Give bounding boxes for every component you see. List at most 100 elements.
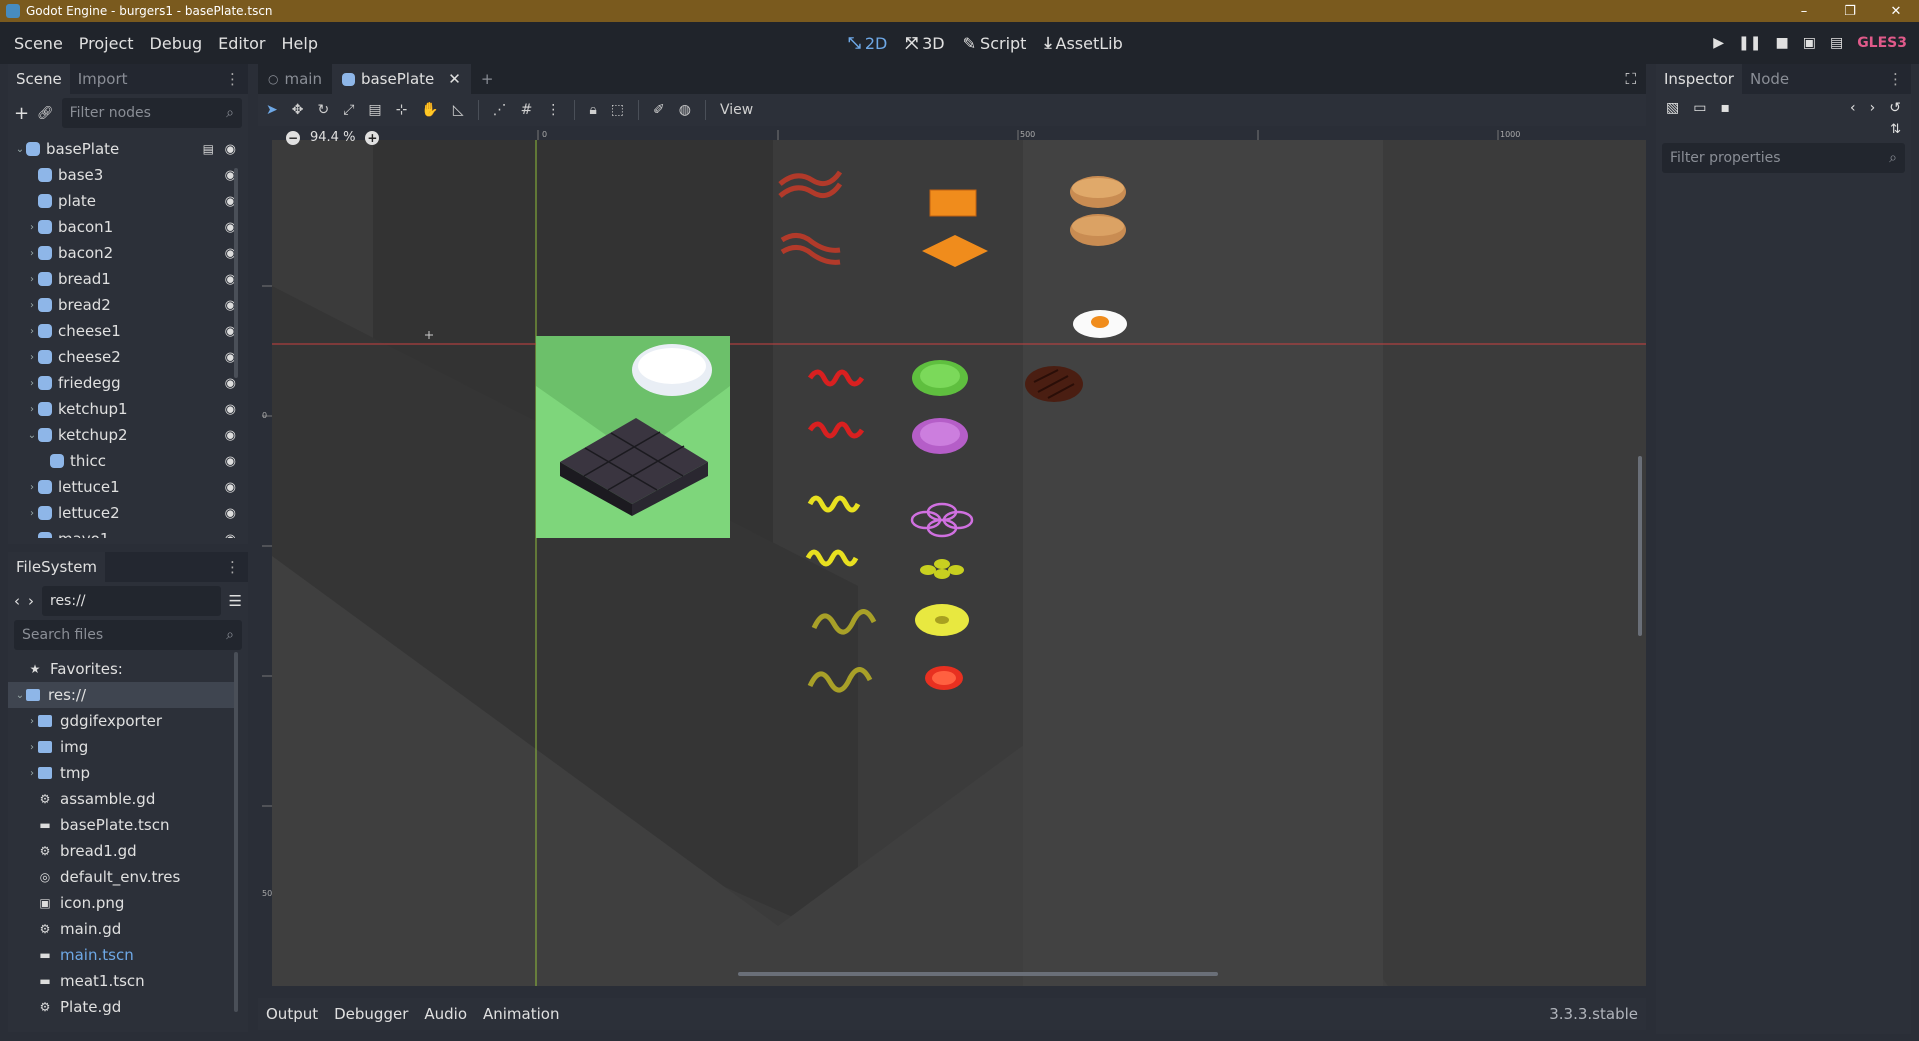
scene-node-basePlate[interactable]: ⌄ basePlate ▤ ◉ [8, 136, 248, 162]
tab-inspector[interactable]: Inspector [1656, 64, 1742, 94]
open-folder-icon[interactable]: ▭ [1693, 100, 1706, 116]
snap-options-icon[interactable]: ⋮ [546, 102, 560, 118]
new-tab-button[interactable]: + [471, 64, 504, 94]
menu-help[interactable]: Help [274, 34, 326, 53]
add-node-icon[interactable]: + [14, 103, 29, 124]
maximize-button[interactable]: ❐ [1827, 4, 1873, 19]
filter-nodes-input[interactable]: Filter nodes ⌕ [61, 98, 242, 128]
chevron-right-icon[interactable]: › [26, 352, 38, 363]
new-resource-icon[interactable]: ▧ [1666, 100, 1679, 116]
chevron-right-icon[interactable]: › [26, 274, 38, 285]
viewport-v-scrollbar[interactable] [1638, 456, 1642, 636]
list-view-icon[interactable]: ☰ [229, 592, 242, 610]
file-item-gdgifexporter[interactable]: › gdgifexporter [8, 708, 248, 734]
play-custom-scene-icon[interactable]: ▤ [1830, 35, 1843, 51]
pivot-tool-icon[interactable]: ⊹ [396, 102, 408, 118]
chevron-right-icon[interactable]: › [26, 248, 38, 259]
mode-assetlib-button[interactable]: ⤓ AssetLib [1044, 33, 1122, 53]
file-item-res://[interactable]: ⌄ res:// [8, 682, 234, 708]
chevron-down-icon[interactable]: ⌄ [26, 430, 38, 441]
tab-output[interactable]: Output [258, 1005, 326, 1023]
stop-icon[interactable]: ■ [1775, 35, 1788, 51]
tab-animation[interactable]: Animation [475, 1005, 567, 1023]
rotate-tool-icon[interactable]: ↻ [317, 102, 329, 118]
file-item-basePlate.tscn[interactable]: ▬ basePlate.tscn [8, 812, 248, 838]
forward-arrow-icon[interactable]: › [28, 592, 34, 610]
renderer-select[interactable]: GLES3 [1857, 35, 1907, 51]
scene-node-lettuce1[interactable]: › lettuce1 ◉ [8, 474, 248, 500]
object-properties-icon[interactable]: ⇅ [1890, 122, 1901, 137]
zoom-out-icon[interactable]: − [286, 130, 300, 145]
history-forward-icon[interactable]: › [1870, 100, 1876, 116]
scene-node-mayo1[interactable]: ⌄ mayo1 ◉ [8, 526, 248, 538]
pause-icon[interactable]: ❚❚ [1738, 35, 1761, 51]
chevron-right-icon[interactable]: › [26, 482, 38, 493]
scene-node-cheese1[interactable]: › cheese1 ◉ [8, 318, 248, 344]
history-icon[interactable]: ↺ [1889, 100, 1901, 116]
cheese1-sprite[interactable] [929, 189, 977, 217]
file-item-Plate.gd[interactable]: ⚙ Plate.gd [8, 994, 248, 1020]
menu-scene[interactable]: Scene [6, 34, 71, 53]
file-item-icon.png[interactable]: ▣ icon.png [8, 890, 248, 916]
menu-debug[interactable]: Debug [142, 34, 211, 53]
file-item-default_env.tres[interactable]: ◎ default_env.tres [8, 864, 248, 890]
bone-icon[interactable]: ✐ [653, 102, 665, 118]
group-icon[interactable]: ⬚ [611, 102, 624, 118]
tab-filesystem[interactable]: FileSystem [8, 552, 106, 582]
play-icon[interactable]: ▶ [1713, 35, 1724, 51]
snap-toggle-icon[interactable]: ⋰ [493, 102, 507, 118]
tab-scene[interactable]: Scene [8, 64, 70, 94]
minimize-button[interactable]: – [1781, 4, 1827, 19]
mode-2d-button[interactable]: ⤡ 2D [848, 33, 887, 53]
chevron-right-icon[interactable]: › [26, 716, 38, 727]
scene-node-thicc[interactable]: thicc ◉ [8, 448, 248, 474]
search-files-input[interactable]: Search files ⌕ [14, 620, 242, 650]
back-arrow-icon[interactable]: ‹ [14, 592, 20, 610]
tab-audio[interactable]: Audio [416, 1005, 475, 1023]
visibility-eye-icon[interactable]: ◉ [225, 480, 236, 495]
grid-snap-icon[interactable]: # [521, 102, 533, 118]
menu-dots-icon[interactable]: ⋮ [1888, 70, 1911, 88]
mode-script-button[interactable]: ✎ Script [963, 33, 1027, 53]
history-back-icon[interactable]: ‹ [1850, 100, 1856, 116]
path-field[interactable]: res:// [42, 586, 221, 616]
menu-dots-icon[interactable]: ⋮ [225, 70, 248, 88]
visibility-eye-icon[interactable]: ◉ [225, 454, 236, 469]
file-item-main.tscn[interactable]: ▬ main.tscn [8, 942, 248, 968]
chevron-right-icon[interactable]: › [26, 300, 38, 311]
mode-3d-button[interactable]: ⤧ 3D [905, 33, 944, 53]
menu-project[interactable]: Project [71, 34, 142, 53]
file-item-bread1.gd[interactable]: ⚙ bread1.gd [8, 838, 248, 864]
file-item-meat1.tscn[interactable]: ▬ meat1.tscn [8, 968, 248, 994]
scene-node-ketchup2[interactable]: ⌄ ketchup2 ◉ [8, 422, 248, 448]
filter-properties-input[interactable]: Filter properties ⌕ [1662, 143, 1905, 173]
chevron-right-icon[interactable]: › [26, 768, 38, 779]
scene-node-base3[interactable]: base3 ◉ [8, 162, 248, 188]
zoom-in-icon[interactable]: + [365, 130, 380, 145]
chevron-right-icon[interactable]: › [26, 222, 38, 233]
scene-node-ketchup1[interactable]: › ketchup1 ◉ [8, 396, 248, 422]
scene-tree-scrollbar[interactable] [234, 168, 238, 378]
move-tool-icon[interactable]: ✥ [292, 102, 304, 118]
scene-node-bacon1[interactable]: › bacon1 ◉ [8, 214, 248, 240]
tab-baseplate[interactable]: basePlate ✕ [331, 64, 471, 94]
menu-editor[interactable]: Editor [210, 34, 273, 53]
chevron-right-icon[interactable]: › [26, 378, 38, 389]
tab-node[interactable]: Node [1742, 64, 1797, 94]
visibility-eye-icon[interactable]: ◉ [225, 506, 236, 521]
visibility-eye-icon[interactable]: ◉ [225, 142, 236, 157]
script-attached-icon[interactable]: ▤ [203, 142, 214, 156]
chevron-down-icon[interactable]: ⌄ [26, 534, 38, 539]
chevron-down-icon[interactable]: ⌄ [14, 144, 26, 155]
save-icon[interactable]: ▪ [1720, 100, 1730, 116]
tab-import[interactable]: Import [70, 64, 136, 94]
viewport-h-scrollbar[interactable] [738, 972, 1218, 976]
scene-node-plate[interactable]: plate ◉ [8, 188, 248, 214]
filesystem-scrollbar[interactable] [234, 652, 238, 1012]
scene-node-lettuce2[interactable]: › lettuce2 ◉ [8, 500, 248, 526]
chevron-down-icon[interactable]: ⌄ [14, 690, 26, 701]
file-item-assamble.gd[interactable]: ⚙ assamble.gd [8, 786, 248, 812]
close-window-button[interactable]: ✕ [1873, 4, 1919, 19]
ruler-tool-icon[interactable]: ◺ [453, 102, 464, 118]
tab-main[interactable]: ○ main [258, 64, 332, 94]
